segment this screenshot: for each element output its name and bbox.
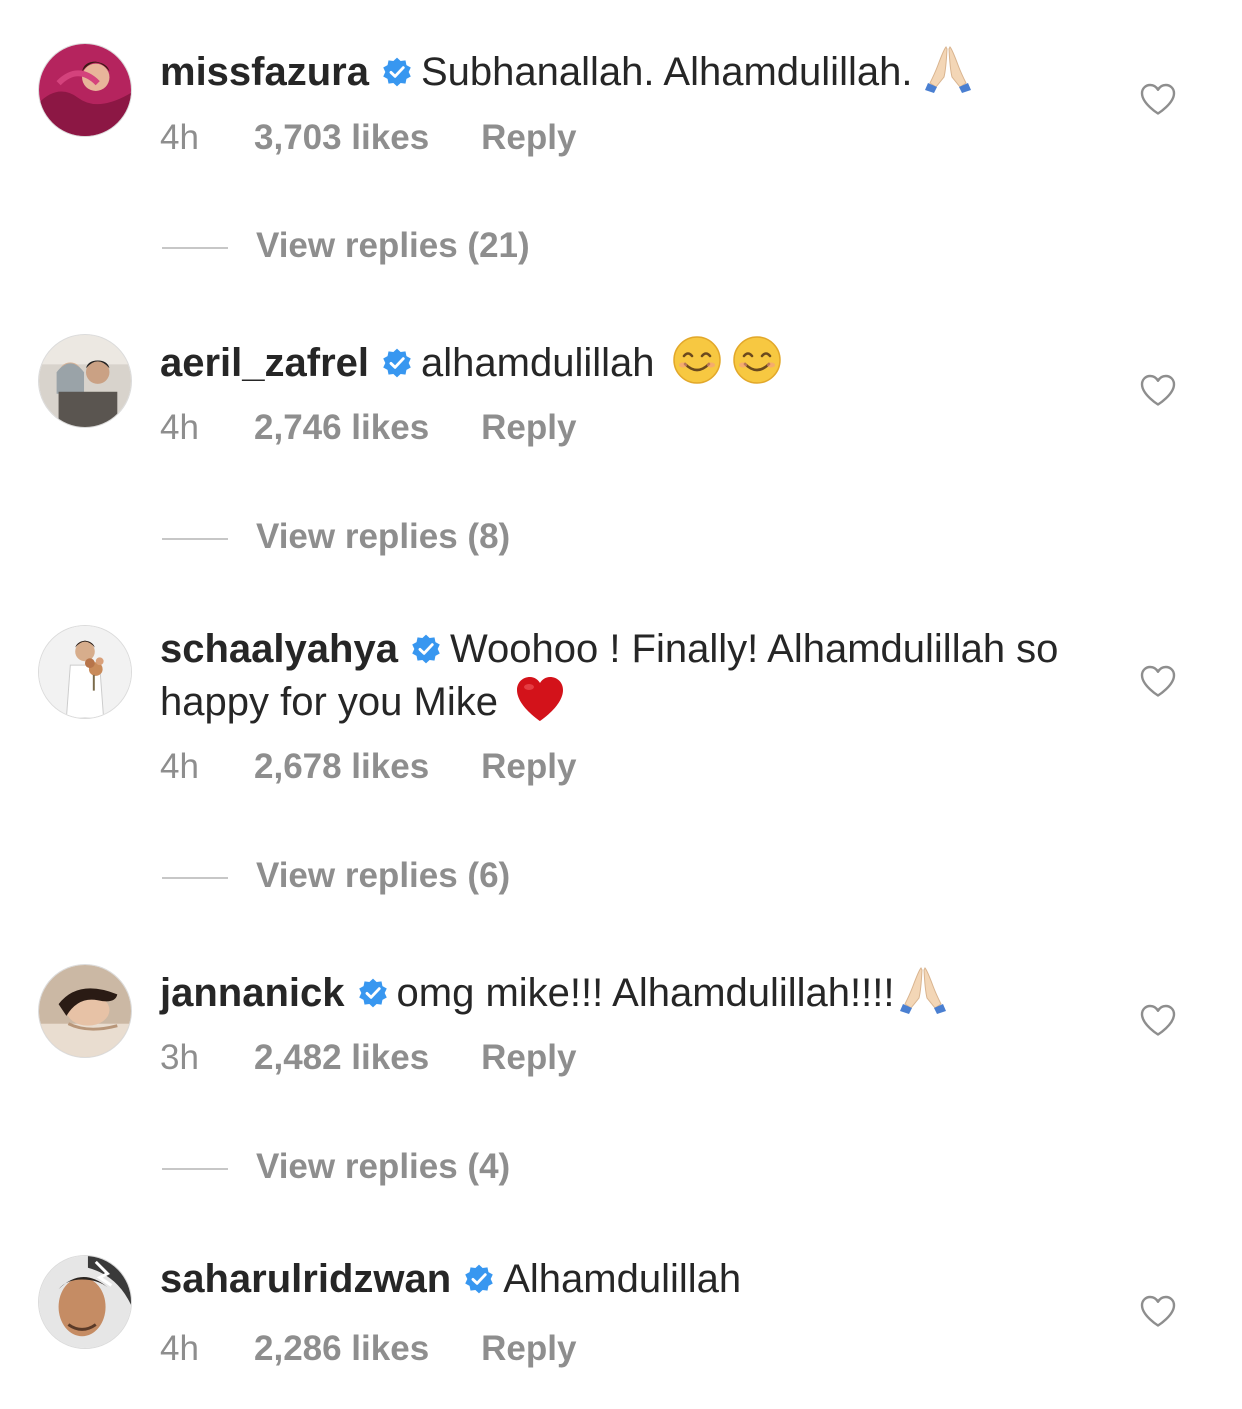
divider-line — [162, 246, 228, 249]
comment-meta: 4h 2,286 likes Reply — [160, 1329, 576, 1369]
likes-count[interactable]: 2,286 likes — [254, 1329, 429, 1369]
avatar[interactable] — [38, 964, 132, 1058]
view-replies-label: View replies (21) — [256, 226, 530, 265]
comment-text: Alhamdulillah — [503, 1257, 742, 1301]
comment-text: alhamdulillah — [421, 341, 655, 385]
avatar[interactable] — [38, 625, 132, 719]
reply-button[interactable]: Reply — [481, 1329, 576, 1369]
reply-button[interactable]: Reply — [481, 747, 576, 787]
username[interactable]: missfazura — [160, 50, 369, 94]
comment-body: schaalyahya Woohoo ! Finally! Alhamdulill… — [160, 625, 1080, 726]
like-heart-icon[interactable] — [1139, 664, 1177, 698]
comment-text: Subhanallah. Alhamdulillah. — [420, 50, 913, 94]
timestamp: 4h — [160, 747, 199, 786]
view-replies-label: View replies (8) — [256, 517, 511, 556]
view-replies-button[interactable]: View replies (4) — [162, 1147, 510, 1187]
comment-body: jannanick omg mike!!! Alhamdulillah!!!! — [160, 964, 1080, 1017]
smiling-face-icon — [731, 334, 783, 386]
comment-text: omg mike!!! Alhamdulillah!!!! — [396, 971, 895, 1015]
smiling-face-icon — [671, 334, 723, 386]
like-heart-icon[interactable] — [1139, 82, 1177, 116]
comment-meta: 3h 2,482 likes Reply — [160, 1038, 576, 1078]
verified-badge-icon — [381, 347, 413, 379]
like-heart-icon[interactable] — [1139, 1294, 1177, 1328]
avatar[interactable] — [38, 334, 132, 428]
likes-count[interactable]: 2,678 likes — [254, 747, 429, 787]
username[interactable]: schaalyahya — [160, 627, 398, 671]
avatar[interactable] — [38, 43, 132, 137]
comment-body: missfazura Subhanallah. Alhamdulillah. — [160, 43, 1080, 96]
view-replies-button[interactable]: View replies (8) — [162, 517, 510, 557]
reply-button[interactable]: Reply — [481, 1038, 576, 1078]
comment-meta: 4h 3,703 likes Reply — [160, 118, 576, 158]
view-replies-button[interactable]: View replies (21) — [162, 226, 530, 266]
folded-hands-icon — [922, 43, 974, 95]
verified-badge-icon — [357, 977, 389, 1009]
like-heart-icon[interactable] — [1139, 373, 1177, 407]
username[interactable]: jannanick — [160, 971, 345, 1015]
view-replies-label: View replies (6) — [256, 856, 511, 895]
timestamp: 4h — [160, 1329, 199, 1368]
comment-meta: 4h 2,678 likes Reply — [160, 747, 576, 787]
timestamp: 3h — [160, 1038, 199, 1077]
likes-count[interactable]: 2,482 likes — [254, 1038, 429, 1078]
verified-badge-icon — [463, 1263, 495, 1295]
divider-line — [162, 1167, 228, 1170]
verified-badge-icon — [381, 56, 413, 88]
comment-body: aeril_zafrel alhamdulillah — [160, 334, 1080, 387]
likes-count[interactable]: 3,703 likes — [254, 118, 429, 158]
likes-count[interactable]: 2,746 likes — [254, 408, 429, 448]
username[interactable]: saharulridzwan — [160, 1257, 451, 1301]
view-replies-label: View replies (4) — [256, 1147, 511, 1186]
comment-body: saharulridzwan Alhamdulillah — [160, 1255, 1080, 1303]
divider-line — [162, 537, 228, 540]
username[interactable]: aeril_zafrel — [160, 341, 369, 385]
timestamp: 4h — [160, 118, 199, 157]
comment-meta: 4h 2,746 likes Reply — [160, 408, 576, 448]
reply-button[interactable]: Reply — [481, 408, 576, 448]
like-heart-icon[interactable] — [1139, 1003, 1177, 1037]
folded-hands-icon — [897, 964, 949, 1016]
divider-line — [162, 876, 228, 879]
verified-badge-icon — [410, 633, 442, 665]
red-heart-icon — [514, 673, 566, 725]
reply-button[interactable]: Reply — [481, 118, 576, 158]
avatar[interactable] — [38, 1255, 132, 1349]
view-replies-button[interactable]: View replies (6) — [162, 856, 510, 896]
timestamp: 4h — [160, 408, 199, 447]
